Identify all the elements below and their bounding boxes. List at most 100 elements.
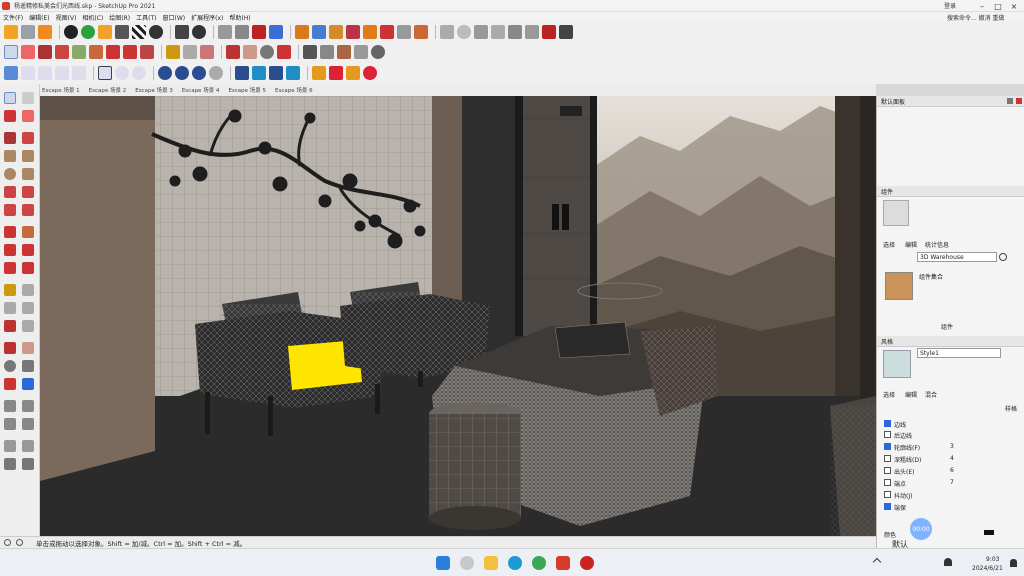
tape-icon[interactable] xyxy=(166,45,180,59)
offset-tool-icon[interactable] xyxy=(140,45,154,59)
windows-start-icon[interactable] xyxy=(436,556,450,570)
arc-2-icon[interactable] xyxy=(22,186,34,198)
style-tab-mix[interactable]: 混合 xyxy=(925,390,937,399)
pie-icon[interactable] xyxy=(4,204,16,216)
knot-icon[interactable] xyxy=(474,25,488,39)
freehand-icon[interactable] xyxy=(22,132,34,144)
option-checkbox[interactable] xyxy=(884,431,891,438)
scene-tab[interactable]: Escape 场景 5 xyxy=(228,86,266,94)
dimension-icon[interactable] xyxy=(22,284,34,296)
scene-tab[interactable]: Escape 场景 4 xyxy=(182,86,220,94)
style-tab-edit[interactable]: 编辑 xyxy=(905,390,917,399)
cloud-sync-icon[interactable] xyxy=(4,66,18,80)
su-layer-2-icon[interactable] xyxy=(329,66,343,80)
add-icon[interactable] xyxy=(64,25,78,39)
move-icon[interactable] xyxy=(4,226,16,238)
grid-icon[interactable] xyxy=(354,45,368,59)
ruby-icon[interactable] xyxy=(252,25,266,39)
clock-date[interactable]: 2024/6/21 xyxy=(972,565,1003,572)
pentagon-icon[interactable] xyxy=(491,25,505,39)
close-icon[interactable]: × xyxy=(1008,0,1020,12)
arc-3-icon[interactable] xyxy=(22,204,34,216)
render-2-icon[interactable] xyxy=(192,66,206,80)
file-explorer-icon[interactable] xyxy=(484,556,498,570)
geo-icon[interactable] xyxy=(303,45,317,59)
pan-tool-icon[interactable] xyxy=(22,342,34,354)
sandbox-2-icon[interactable] xyxy=(22,440,34,452)
option-checkbox[interactable] xyxy=(884,443,891,450)
model-viewport[interactable] xyxy=(40,96,876,536)
circle-tool-icon[interactable] xyxy=(457,25,471,39)
section-icon[interactable] xyxy=(22,418,34,430)
maximize-icon[interactable]: □ xyxy=(992,0,1004,12)
light-icon[interactable] xyxy=(235,66,249,80)
info-icon[interactable] xyxy=(192,25,206,39)
new-icon[interactable] xyxy=(4,25,18,39)
tray-chevron-icon[interactable] xyxy=(872,557,882,567)
tape-measure-icon[interactable] xyxy=(4,284,16,296)
zoom-extents-icon[interactable] xyxy=(277,45,291,59)
text-icon[interactable] xyxy=(22,302,34,314)
comp-tab-stats[interactable]: 统计信息 xyxy=(925,240,949,249)
option-checkbox[interactable] xyxy=(884,467,891,474)
info-status-icon[interactable] xyxy=(16,539,23,546)
notification-icon[interactable] xyxy=(1010,559,1017,567)
walk-icon[interactable] xyxy=(22,400,34,412)
signal-icon[interactable] xyxy=(508,25,522,39)
option-checkbox[interactable] xyxy=(884,503,891,510)
face-icon[interactable] xyxy=(440,25,454,39)
cloud-2-icon[interactable] xyxy=(38,66,52,80)
user-icon[interactable] xyxy=(371,45,385,59)
zoom-ext-icon[interactable] xyxy=(4,378,16,390)
component-collection[interactable]: 组件集合 xyxy=(919,272,943,281)
su-settings-icon[interactable] xyxy=(363,66,377,80)
orbit-icon[interactable] xyxy=(226,45,240,59)
styles-panel-header[interactable]: 风格 xyxy=(877,336,1024,347)
su-layer-icon[interactable] xyxy=(312,66,326,80)
cloud-icon[interactable] xyxy=(21,66,35,80)
folder-icon[interactable] xyxy=(363,25,377,39)
option-checkbox[interactable] xyxy=(884,491,891,498)
warehouse-search[interactable]: 3D Warehouse xyxy=(917,252,997,262)
zoom-window-icon[interactable] xyxy=(22,360,34,372)
orbit-tool-icon[interactable] xyxy=(4,342,16,354)
menu-view[interactable]: 视图(V) xyxy=(53,13,80,22)
paint-bucket-icon[interactable] xyxy=(200,45,214,59)
scene-tab[interactable]: Escape 场景 3 xyxy=(135,86,173,94)
push-pull-icon[interactable] xyxy=(89,45,103,59)
axes-icon[interactable] xyxy=(4,320,16,332)
flip-icon[interactable] xyxy=(22,458,34,470)
mail-icon[interactable] xyxy=(175,25,189,39)
style-name-field[interactable]: Style1 xyxy=(917,348,1001,358)
scene-tab[interactable]: Escape 场景 6 xyxy=(275,86,313,94)
light-2-icon[interactable] xyxy=(252,66,266,80)
move-tool-icon[interactable] xyxy=(106,45,120,59)
rect-outline-icon[interactable] xyxy=(559,25,573,39)
bracket-icon[interactable] xyxy=(235,25,249,39)
su-layer-3-icon[interactable] xyxy=(346,66,360,80)
eraser-icon[interactable] xyxy=(21,45,35,59)
option-checkbox[interactable] xyxy=(884,479,891,486)
pan-icon[interactable] xyxy=(243,45,257,59)
clock-time[interactable]: 9:03 xyxy=(986,556,999,563)
search-icon[interactable] xyxy=(999,253,1007,261)
menu-camera[interactable]: 相机(C) xyxy=(79,13,106,22)
comp-tab-select[interactable]: 选择 xyxy=(883,240,895,249)
comp-tab-edit[interactable]: 编辑 xyxy=(905,240,917,249)
sandbox-icon[interactable] xyxy=(337,45,351,59)
position-camera-icon[interactable] xyxy=(4,400,16,412)
blue-shape-icon[interactable] xyxy=(312,25,326,39)
option-value[interactable]: 7 xyxy=(950,479,954,486)
rotated-rect-icon[interactable] xyxy=(22,150,34,162)
menu-draw[interactable]: 绘图(R) xyxy=(106,13,133,22)
wifi-icon[interactable] xyxy=(944,558,952,566)
box-icon[interactable] xyxy=(98,66,112,80)
cut-icon[interactable] xyxy=(380,25,394,39)
option-value[interactable]: 3 xyxy=(950,443,954,450)
arc-icon[interactable] xyxy=(4,186,16,198)
component-tool-icon[interactable] xyxy=(22,92,34,104)
sandbox-tool-icon[interactable] xyxy=(4,440,16,452)
shape-tool-icon[interactable] xyxy=(72,45,86,59)
gear-icon[interactable] xyxy=(115,66,129,80)
login-link[interactable]: 登录 xyxy=(944,1,956,10)
